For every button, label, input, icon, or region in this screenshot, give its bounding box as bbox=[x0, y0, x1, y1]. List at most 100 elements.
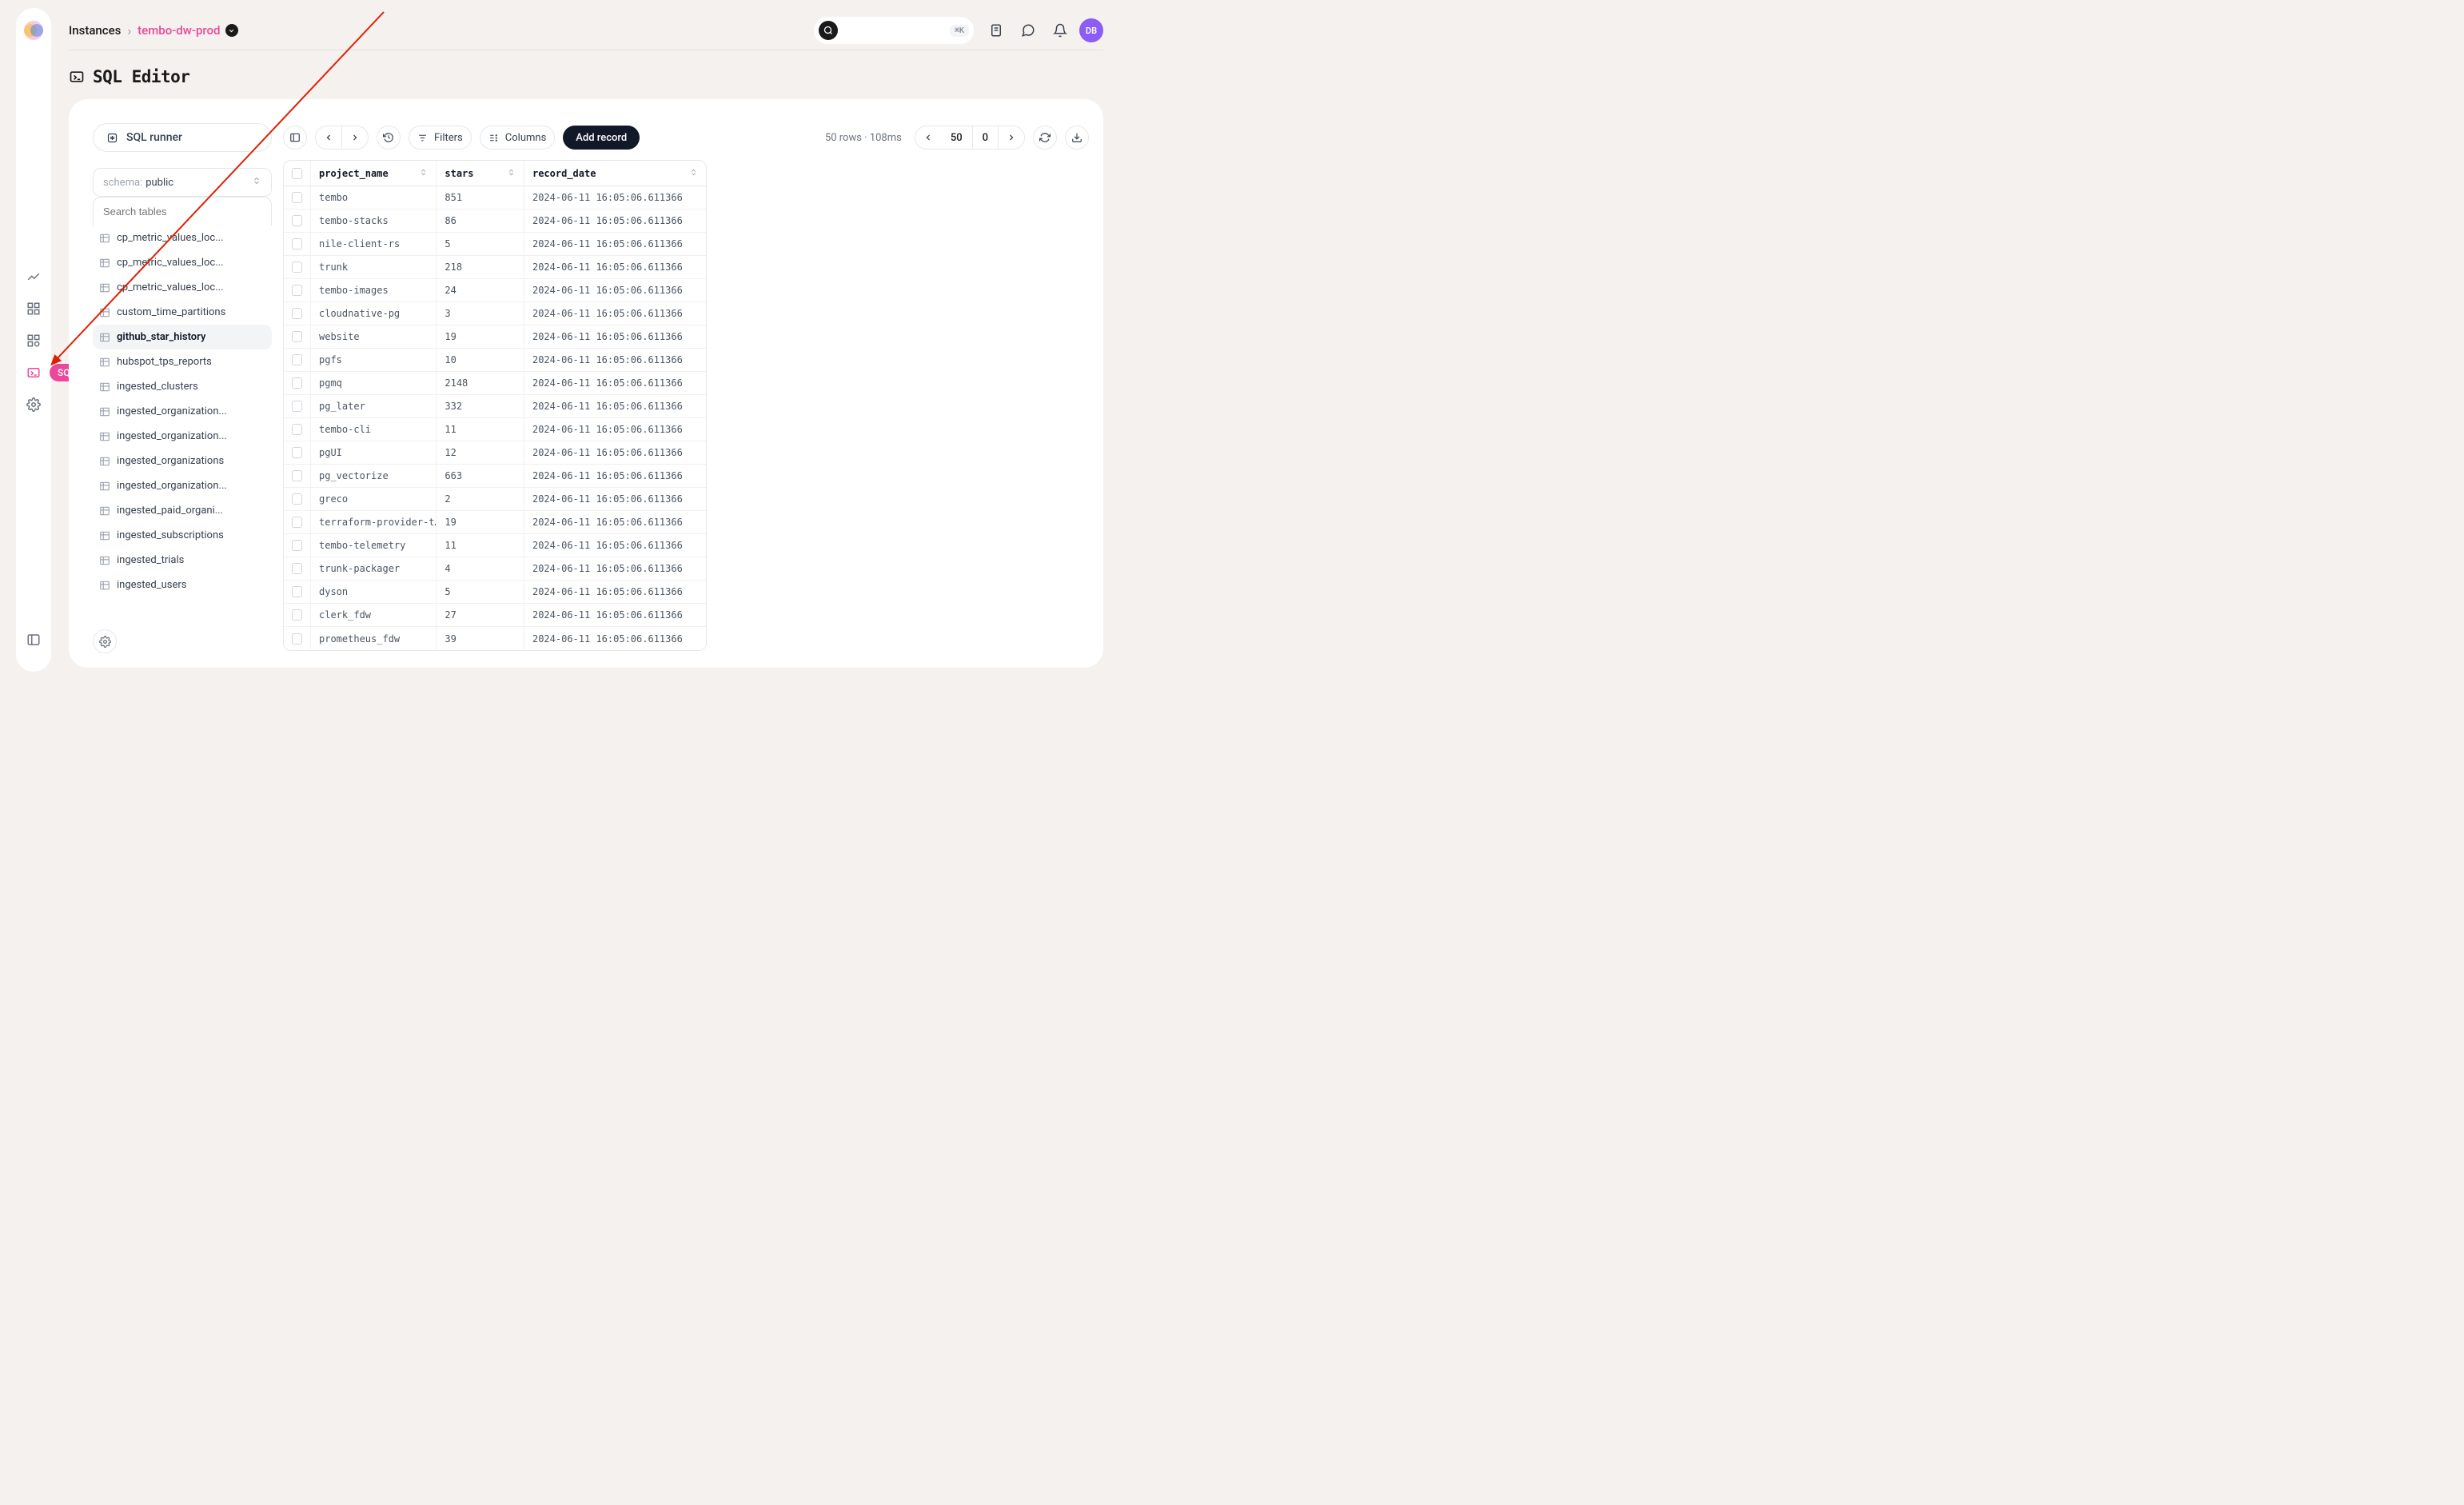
row-checkbox[interactable] bbox=[284, 534, 311, 557]
sql-runner-button[interactable]: SQL runner bbox=[93, 123, 272, 152]
add-record-button[interactable]: Add record bbox=[563, 126, 640, 150]
breadcrumb-current[interactable]: tembo-dw-prod bbox=[138, 23, 237, 38]
table-row[interactable]: pgmq21482024-06-11 16:05:06.611366 bbox=[284, 372, 706, 395]
row-checkbox[interactable] bbox=[284, 465, 311, 487]
table-row[interactable]: tembo8512024-06-11 16:05:06.611366 bbox=[284, 186, 706, 210]
table-item[interactable]: ingested_users bbox=[93, 573, 272, 597]
nav-settings-icon[interactable] bbox=[22, 393, 45, 416]
nav-back-button[interactable] bbox=[315, 126, 341, 150]
page-title-row: SQL Editor bbox=[69, 67, 189, 86]
row-checkbox[interactable] bbox=[284, 604, 311, 626]
app-logo[interactable] bbox=[22, 19, 45, 42]
history-button[interactable] bbox=[377, 126, 401, 150]
docs-icon[interactable] bbox=[983, 18, 1009, 43]
row-checkbox[interactable] bbox=[284, 372, 311, 394]
table-row[interactable]: greco22024-06-11 16:05:06.611366 bbox=[284, 488, 706, 511]
table-item[interactable]: hubspot_tps_reports bbox=[93, 349, 272, 374]
chat-icon[interactable] bbox=[1015, 18, 1041, 43]
table-row[interactable]: clerk_fdw272024-06-11 16:05:06.611366 bbox=[284, 604, 706, 627]
page-next-button[interactable] bbox=[998, 126, 1025, 150]
header-checkbox[interactable] bbox=[284, 161, 311, 186]
row-checkbox[interactable] bbox=[284, 488, 311, 510]
search-tables-input[interactable] bbox=[93, 197, 272, 226]
table-header: project_name stars record_date bbox=[284, 161, 706, 186]
table-row[interactable]: dyson52024-06-11 16:05:06.611366 bbox=[284, 581, 706, 604]
cell-record-date: 2024-06-11 16:05:06.611366 bbox=[524, 210, 706, 232]
refresh-button[interactable] bbox=[1033, 126, 1057, 150]
table-row[interactable]: trunk2182024-06-11 16:05:06.611366 bbox=[284, 256, 706, 279]
row-checkbox[interactable] bbox=[284, 441, 311, 464]
row-checkbox[interactable] bbox=[284, 233, 311, 255]
row-checkbox[interactable] bbox=[284, 627, 311, 650]
row-checkbox[interactable] bbox=[284, 349, 311, 371]
chevron-down-icon[interactable] bbox=[225, 24, 238, 37]
bell-icon[interactable] bbox=[1047, 18, 1073, 43]
user-avatar[interactable]: DB bbox=[1079, 18, 1103, 42]
row-checkbox[interactable] bbox=[284, 279, 311, 301]
column-header[interactable]: project_name bbox=[311, 161, 437, 186]
table-item[interactable]: ingested_organizations bbox=[93, 449, 272, 473]
global-search[interactable]: ⌘K bbox=[814, 17, 974, 44]
table-item[interactable]: ingested_paid_organi... bbox=[93, 498, 272, 523]
row-checkbox[interactable] bbox=[284, 557, 311, 580]
nav-apps-icon[interactable] bbox=[22, 297, 45, 320]
table-row[interactable]: tembo-cli112024-06-11 16:05:06.611366 bbox=[284, 418, 706, 441]
row-checkbox[interactable] bbox=[284, 186, 311, 209]
column-header[interactable]: record_date bbox=[524, 161, 706, 186]
download-button[interactable] bbox=[1065, 126, 1089, 150]
row-checkbox[interactable] bbox=[284, 325, 311, 348]
row-checkbox[interactable] bbox=[284, 418, 311, 441]
table-item[interactable]: ingested_organization... bbox=[93, 473, 272, 498]
table-row[interactable]: pgfs102024-06-11 16:05:06.611366 bbox=[284, 349, 706, 372]
cell-stars: 19 bbox=[437, 511, 524, 533]
table-row[interactable]: pgUI122024-06-11 16:05:06.611366 bbox=[284, 441, 706, 465]
filters-button[interactable]: Filters bbox=[409, 126, 472, 150]
table-item[interactable]: github_star_history bbox=[93, 325, 272, 349]
cell-record-date: 2024-06-11 16:05:06.611366 bbox=[524, 325, 706, 348]
column-header[interactable]: stars bbox=[437, 161, 524, 186]
table-row[interactable]: cloudnative-pg32024-06-11 16:05:06.61136… bbox=[284, 302, 706, 325]
table-item[interactable]: cp_metric_values_loc... bbox=[93, 275, 272, 300]
table-row[interactable]: tembo-images242024-06-11 16:05:06.611366 bbox=[284, 279, 706, 302]
data-table: project_name stars record_date tembo8512… bbox=[283, 160, 707, 651]
table-row[interactable]: nile-client-rs52024-06-11 16:05:06.61136… bbox=[284, 233, 706, 256]
table-item[interactable]: ingested_subscriptions bbox=[93, 523, 272, 548]
schema-select[interactable]: schema: public bbox=[93, 168, 272, 197]
table-row[interactable]: trunk-packager42024-06-11 16:05:06.61136… bbox=[284, 557, 706, 581]
cell-project-name: tembo-stacks bbox=[311, 210, 437, 232]
sidebar-settings-button[interactable] bbox=[93, 629, 117, 653]
table-row[interactable]: website192024-06-11 16:05:06.611366 bbox=[284, 325, 706, 349]
table-item[interactable]: ingested_organization... bbox=[93, 424, 272, 449]
row-checkbox[interactable] bbox=[284, 511, 311, 533]
table-row[interactable]: prometheus_fdw392024-06-11 16:05:06.6113… bbox=[284, 627, 706, 650]
table-item[interactable]: custom_time_partitions bbox=[93, 300, 272, 325]
cell-project-name: prometheus_fdw bbox=[311, 627, 437, 650]
row-checkbox[interactable] bbox=[284, 210, 311, 232]
table-item[interactable]: ingested_organization... bbox=[93, 399, 272, 424]
nav-extensions-icon[interactable] bbox=[22, 329, 45, 352]
row-checkbox[interactable] bbox=[284, 581, 311, 603]
row-checkbox[interactable] bbox=[284, 256, 311, 278]
toggle-sidebar-button[interactable] bbox=[283, 126, 307, 150]
table-item[interactable]: ingested_trials bbox=[93, 548, 272, 573]
page-size-box[interactable]: 50 bbox=[941, 126, 972, 150]
nav-forward-button[interactable] bbox=[341, 126, 369, 150]
table-item[interactable]: ingested_clusters bbox=[93, 374, 272, 399]
offset-box[interactable]: 0 bbox=[972, 126, 998, 150]
table-row[interactable]: tembo-stacks862024-06-11 16:05:06.611366 bbox=[284, 210, 706, 233]
breadcrumb-root[interactable]: Instances bbox=[69, 23, 121, 38]
cell-stars: 27 bbox=[437, 604, 524, 626]
columns-button[interactable]: Columns bbox=[480, 126, 556, 150]
nav-sql-editor-icon[interactable]: SQL Editor bbox=[22, 361, 45, 384]
table-item[interactable]: cp_metric_values_loc... bbox=[93, 250, 272, 275]
table-row[interactable]: pg_vectorize6632024-06-11 16:05:06.61136… bbox=[284, 465, 706, 488]
table-row[interactable]: terraform-provider-t…192024-06-11 16:05:… bbox=[284, 511, 706, 534]
table-item[interactable]: cp_metric_values_loc... bbox=[93, 226, 272, 250]
nav-collapse-icon[interactable] bbox=[22, 629, 45, 651]
table-row[interactable]: tembo-telemetry112024-06-11 16:05:06.611… bbox=[284, 534, 706, 557]
nav-metrics-icon[interactable] bbox=[22, 265, 45, 288]
page-prev-button[interactable] bbox=[915, 126, 941, 150]
row-checkbox[interactable] bbox=[284, 302, 311, 325]
row-checkbox[interactable] bbox=[284, 395, 311, 417]
table-row[interactable]: pg_later3322024-06-11 16:05:06.611366 bbox=[284, 395, 706, 418]
